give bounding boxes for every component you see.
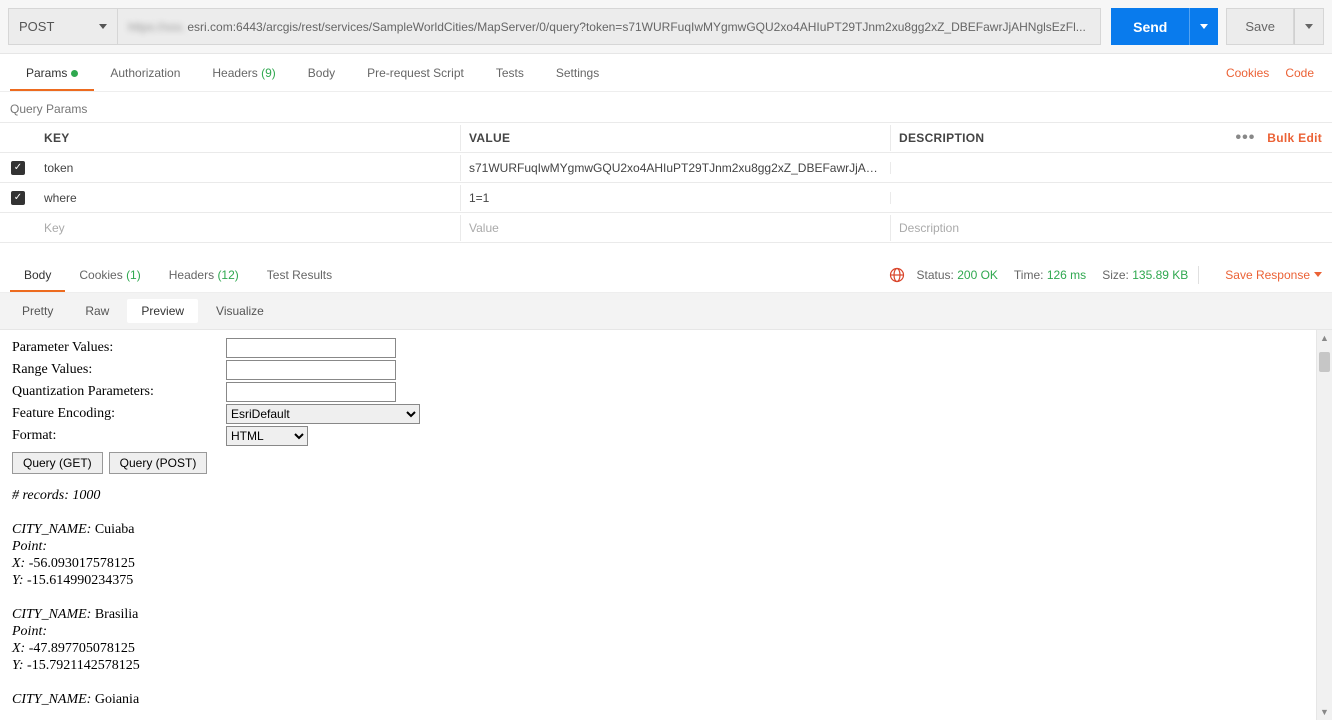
quantization-parameters-input[interactable] xyxy=(226,382,396,402)
format-label: Format: xyxy=(12,428,226,444)
param-value-cell[interactable]: 1=1 xyxy=(460,185,890,211)
tab-label: Headers xyxy=(169,268,214,282)
parameter-values-label: Parameter Values: xyxy=(12,340,226,356)
tab-settings[interactable]: Settings xyxy=(540,56,615,90)
status-label: Status: xyxy=(917,268,954,282)
params-table-header: Key Value Description ••• Bulk Edit xyxy=(0,123,1332,153)
cookies-link[interactable]: Cookies xyxy=(1218,66,1277,80)
chevron-down-icon xyxy=(99,24,107,29)
http-method-select[interactable]: POST xyxy=(8,8,118,45)
save-response-button[interactable]: Save Response xyxy=(1225,268,1322,282)
modified-dot-icon xyxy=(71,70,78,77)
row-checkbox[interactable]: ✓ xyxy=(11,191,25,205)
tab-authorization[interactable]: Authorization xyxy=(94,56,196,90)
records-count-line: # records: 1000 xyxy=(12,488,1304,504)
chevron-down-icon xyxy=(1314,272,1322,277)
tab-count: (1) xyxy=(126,268,141,282)
record-block: CITY_NAME: Brasilia Point: X: -47.897705… xyxy=(12,607,1304,674)
col-description: Description xyxy=(890,125,1222,151)
range-values-label: Range Values: xyxy=(12,362,226,378)
range-values-input[interactable] xyxy=(226,360,396,380)
param-value-input[interactable]: Value xyxy=(460,215,890,241)
tab-count: (9) xyxy=(261,66,276,80)
table-row: ✓ where 1=1 xyxy=(0,183,1332,213)
query-get-button[interactable]: Query (GET) xyxy=(12,452,103,474)
preview-wrap: Parameter Values: Range Values: Quantiza… xyxy=(0,330,1332,720)
view-mode-visualize[interactable]: Visualize xyxy=(202,299,278,323)
save-button[interactable]: Save xyxy=(1226,8,1294,45)
scroll-thumb[interactable] xyxy=(1319,352,1330,372)
tab-label: Headers xyxy=(212,66,257,80)
param-desc-cell[interactable] xyxy=(890,162,1222,174)
param-desc-cell[interactable] xyxy=(890,192,1222,204)
tab-params[interactable]: Params xyxy=(10,56,94,90)
col-value: Value xyxy=(460,125,890,151)
url-input[interactable]: https://xxx. esri.com:6443/arcgis/rest/s… xyxy=(118,8,1101,45)
chevron-down-icon xyxy=(1200,24,1208,29)
globe-network-icon[interactable] xyxy=(889,267,905,283)
save-dropdown-button[interactable] xyxy=(1294,8,1324,45)
response-tabs: Body Cookies (1) Headers (12) Test Resul… xyxy=(0,257,1332,293)
time-label: Time: xyxy=(1014,268,1044,282)
quantization-parameters-label: Quantization Parameters: xyxy=(12,384,226,400)
more-options-icon[interactable]: ••• xyxy=(1235,129,1255,147)
record-block: CITY_NAME: Goiania xyxy=(12,692,1304,708)
tab-label: Params xyxy=(26,66,67,80)
url-value: esri.com:6443/arcgis/rest/services/Sampl… xyxy=(187,20,1085,34)
request-tabs: Params Authorization Headers (9) Body Pr… xyxy=(0,54,1332,92)
tab-prerequest[interactable]: Pre-request Script xyxy=(351,56,480,90)
response-status-block: Status: 200 OK Time: 126 ms Size: 135.89… xyxy=(917,268,1189,282)
send-button[interactable]: Send xyxy=(1111,8,1189,45)
query-params-title: Query Params xyxy=(0,92,1332,122)
http-method-value: POST xyxy=(19,19,54,34)
size-label: Size: xyxy=(1102,268,1129,282)
size-value: 135.89 KB xyxy=(1132,268,1188,282)
view-mode-preview[interactable]: Preview xyxy=(127,299,198,323)
vertical-scrollbar[interactable]: ▲ ▼ xyxy=(1316,330,1332,720)
status-value: 200 OK xyxy=(957,268,998,282)
save-response-label: Save Response xyxy=(1225,268,1310,282)
tab-tests[interactable]: Tests xyxy=(480,56,540,90)
request-bar: POST https://xxx. esri.com:6443/arcgis/r… xyxy=(0,0,1332,54)
tab-label: Cookies xyxy=(79,268,122,282)
view-mode-pretty[interactable]: Pretty xyxy=(8,299,67,323)
tab-response-body[interactable]: Body xyxy=(10,259,65,291)
query-post-button[interactable]: Query (POST) xyxy=(109,452,208,474)
save-button-group: Save xyxy=(1226,8,1324,45)
param-key-cell[interactable]: where xyxy=(36,185,460,211)
col-key: Key xyxy=(36,125,460,151)
table-row: ✓ token s71WURFuqIwMYgmwGQU2xo4AHIuPT29T… xyxy=(0,153,1332,183)
params-table: Key Value Description ••• Bulk Edit ✓ to… xyxy=(0,122,1332,243)
response-view-modes: Pretty Raw Preview Visualize xyxy=(0,293,1332,330)
response-preview-pane: Parameter Values: Range Values: Quantiza… xyxy=(0,330,1316,720)
param-value-cell[interactable]: s71WURFuqIwMYgmwGQU2xo4AHIuPT29TJnm2xu8g… xyxy=(460,155,890,181)
tab-response-cookies[interactable]: Cookies (1) xyxy=(65,259,154,291)
table-row-new: Key Value Description xyxy=(0,213,1332,243)
send-button-group: Send xyxy=(1111,8,1218,45)
view-mode-raw[interactable]: Raw xyxy=(71,299,123,323)
param-key-input[interactable]: Key xyxy=(36,215,460,241)
time-value: 126 ms xyxy=(1047,268,1086,282)
code-link[interactable]: Code xyxy=(1277,66,1322,80)
row-checkbox[interactable]: ✓ xyxy=(11,161,25,175)
tab-response-headers[interactable]: Headers (12) xyxy=(155,259,253,291)
tab-test-results[interactable]: Test Results xyxy=(253,259,346,291)
scroll-up-arrow-icon[interactable]: ▲ xyxy=(1317,330,1332,346)
feature-encoding-select[interactable]: EsriDefault xyxy=(226,404,420,424)
tab-count: (12) xyxy=(217,268,238,282)
param-key-cell[interactable]: token xyxy=(36,155,460,181)
chevron-down-icon xyxy=(1305,24,1313,29)
send-dropdown-button[interactable] xyxy=(1189,8,1218,45)
format-select[interactable]: HTML xyxy=(226,426,308,446)
feature-encoding-label: Feature Encoding: xyxy=(12,406,226,422)
tab-headers[interactable]: Headers (9) xyxy=(196,56,291,90)
tab-body[interactable]: Body xyxy=(292,56,351,90)
param-desc-input[interactable]: Description xyxy=(890,215,1222,241)
scroll-down-arrow-icon[interactable]: ▼ xyxy=(1317,704,1332,720)
record-block: CITY_NAME: Cuiaba Point: X: -56.09301757… xyxy=(12,522,1304,589)
bulk-edit-link[interactable]: Bulk Edit xyxy=(1267,131,1322,145)
url-blurred-prefix: https://xxx. xyxy=(128,20,185,34)
parameter-values-input[interactable] xyxy=(226,338,396,358)
